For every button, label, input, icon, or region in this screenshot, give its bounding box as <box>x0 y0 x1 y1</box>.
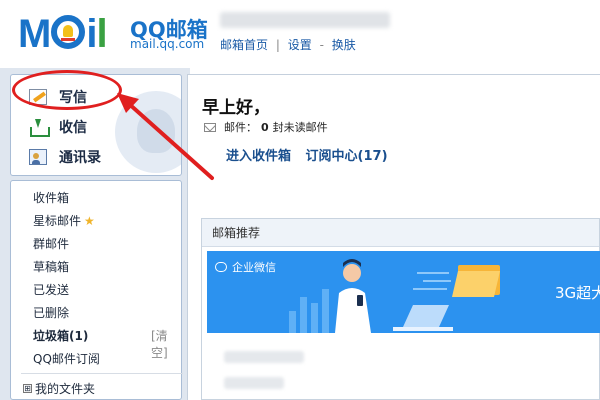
star-icon: ★ <box>84 214 95 228</box>
highlight-circle <box>12 70 122 110</box>
chart-bar-icon <box>289 311 296 333</box>
empty-spam-link[interactable]: [清空] <box>151 327 181 361</box>
divider <box>21 373 183 374</box>
main-links: 进入收件箱 订阅中心(17) <box>226 145 398 164</box>
contacts-label: 通讯录 <box>59 150 101 166</box>
folder-group[interactable]: 群邮件 <box>33 235 69 252</box>
brand-url: mail.qq.com <box>130 37 205 51</box>
header-links: 邮箱首页 | 设置 - 换肤 <box>220 36 356 53</box>
blurred-list-item <box>224 351 304 363</box>
chart-bar-icon <box>322 289 329 333</box>
inbox-icon <box>29 119 50 137</box>
folder-deleted[interactable]: 已删除 <box>33 304 69 321</box>
receive-button[interactable]: 收信 <box>29 115 87 139</box>
qqmail-logo[interactable]: Mil <box>18 10 108 58</box>
wework-banner[interactable]: 企业微信 3G超大 <box>207 251 600 333</box>
receive-label: 收信 <box>59 120 87 136</box>
settings-link[interactable]: 设置 <box>288 38 312 52</box>
sidebar: 写信 收信 通讯录 收件箱 星标邮件 ★ 群邮件 草稿箱 已发送 已删除 垃圾箱(… <box>0 68 190 400</box>
folder-sent[interactable]: 已发送 <box>33 281 69 298</box>
expand-icon[interactable]: ⊞ <box>23 384 32 393</box>
greeting: 早上好， <box>202 98 270 118</box>
separator: - <box>319 38 324 52</box>
banner-text: 3G超大 <box>555 284 600 302</box>
chart-bar-icon <box>311 303 318 333</box>
laptop-icon <box>403 305 449 327</box>
unread-count: 0 <box>261 120 269 134</box>
enter-inbox-link[interactable]: 进入收件箱 <box>226 149 291 164</box>
blurred-list-item <box>224 377 284 389</box>
subscription-center-link[interactable]: 订阅中心(17) <box>306 149 388 164</box>
folder-spam[interactable]: 垃圾箱(1) <box>33 327 88 344</box>
folder-starred[interactable]: 星标邮件 ★ <box>33 212 95 229</box>
unread-summary: 邮件： 0 封未读邮件 <box>204 119 328 135</box>
folder-starred-label: 星标邮件 <box>33 214 82 228</box>
my-folders-label: 我的文件夹 <box>35 382 96 396</box>
folder-drafts[interactable]: 草稿箱 <box>33 258 69 275</box>
skin-link[interactable]: 换肤 <box>332 38 356 52</box>
banner-illustration <box>289 259 500 333</box>
chart-bar-icon <box>300 297 307 333</box>
recommend-title: 邮箱推荐 <box>202 219 599 247</box>
contacts-button[interactable]: 通讯录 <box>29 145 101 169</box>
unread-suffix: 封未读邮件 <box>272 121 328 134</box>
person-head-icon <box>343 264 361 282</box>
home-link[interactable]: 邮箱首页 <box>220 38 268 52</box>
separator: | <box>275 38 280 52</box>
my-folders[interactable]: ⊞ 我的文件夹 <box>23 380 95 397</box>
folder-list: 收件箱 星标邮件 ★ 群邮件 草稿箱 已发送 已删除 垃圾箱(1) [清空] QQ… <box>10 180 183 400</box>
contacts-icon <box>29 149 47 165</box>
qq-penguin-watermark-icon <box>115 91 181 173</box>
folder-subscription[interactable]: QQ邮件订阅 <box>33 350 100 367</box>
unread-prefix: 邮件： <box>224 121 257 134</box>
envelope-icon <box>204 122 216 132</box>
user-email-blurred <box>220 12 390 28</box>
header: Mil QQ邮箱 mail.qq.com 邮箱首页 | 设置 - 换肤 <box>0 0 600 68</box>
person-body-icon <box>335 288 371 333</box>
phone-icon <box>357 295 363 306</box>
folder-inbox[interactable]: 收件箱 <box>33 189 69 206</box>
bell-logo-icon <box>51 15 86 49</box>
recommend-panel: 邮箱推荐 企业微信 3G超大 <box>201 218 600 400</box>
